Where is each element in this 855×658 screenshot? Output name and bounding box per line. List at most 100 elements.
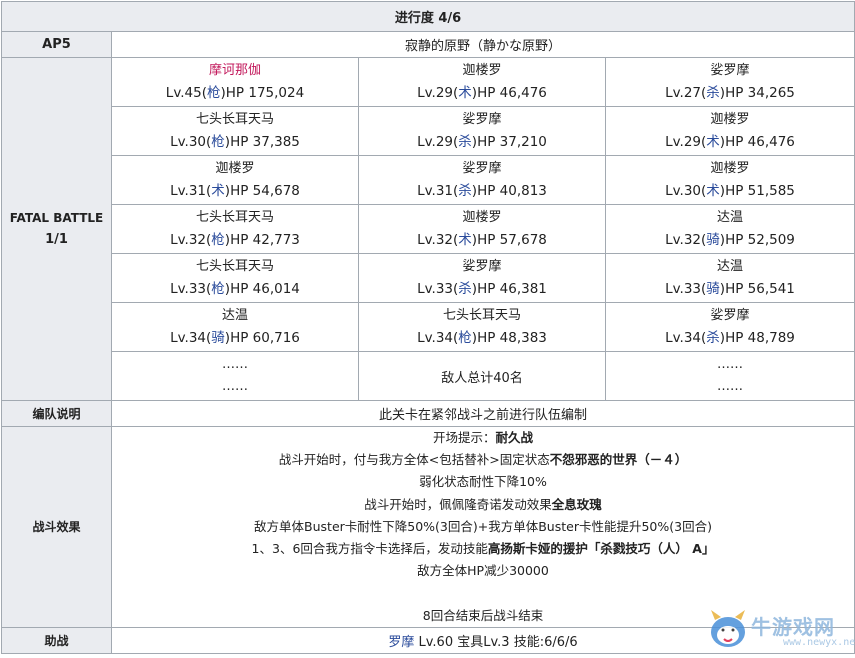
enemy-name: 达温 [716, 210, 743, 225]
enemy-name: 七头长耳天马 [195, 112, 274, 127]
enemy-level: Lv.30( [665, 183, 707, 199]
enemy-name: 娑罗摩 [710, 63, 750, 78]
class-link[interactable]: 枪 [207, 85, 221, 101]
site-watermark: 牛游戏网 www.newyx.net [703, 604, 855, 654]
enemy-level: Lv.27( [665, 85, 707, 101]
enemy-level: Lv.34( [417, 330, 459, 346]
class-link[interactable]: 术 [458, 85, 472, 101]
effect-keyword: 高扬斯卡娅的援护「杀戮技巧（人） A」 [487, 541, 715, 557]
ap-cost: AP5 [1, 31, 112, 58]
class-link[interactable]: 术 [706, 134, 720, 150]
quest-table: 进行度 4/6 AP5 寂静的原野（静かな原野） FATAL BATTLE 1/… [1, 1, 855, 654]
enemy-cell: 娑罗摩 Lv.34(杀)HP 48,789 [605, 302, 855, 352]
enemy-stats: Lv.34(杀)HP 48,789 [606, 327, 854, 349]
class-link[interactable]: 杀 [706, 330, 720, 346]
enemy-stats: Lv.29(术)HP 46,476 [606, 131, 854, 153]
class-link[interactable]: 枪 [211, 134, 225, 150]
effect-text: 战斗开始时，佩佩隆奇诺发动效果 [364, 496, 552, 512]
battle-label: FATAL BATTLE [9, 211, 104, 225]
class-link[interactable]: 枪 [458, 330, 472, 346]
enemy-stats: Lv.33(杀)HP 46,381 [359, 278, 605, 300]
mascot-icon [711, 610, 745, 647]
enemy-hp: )HP 57,678 [471, 232, 547, 248]
enemy-cell: 迦楼罗 Lv.29(术)HP 46,476 [358, 57, 606, 107]
support-servant-link[interactable]: 罗摩 [388, 635, 414, 650]
class-link[interactable]: 杀 [706, 85, 720, 101]
effect-line: 敌方单体Buster卡耐性下降50%(3回合)+我方单体Buster卡性能提升5… [112, 516, 854, 538]
enemy-name: 迦楼罗 [710, 161, 750, 176]
enemy-level: Lv.33( [417, 281, 459, 297]
effect-keyword: 全息玫瑰 [551, 496, 602, 512]
class-link[interactable]: 骑 [211, 330, 225, 346]
enemy-hp: )HP 175,024 [220, 85, 305, 101]
enemy-level: Lv.30( [170, 134, 212, 150]
enemy-hp: )HP 46,381 [471, 281, 547, 297]
enemy-level: Lv.31( [417, 183, 459, 199]
enemy-level: Lv.34( [665, 330, 707, 346]
ellipsis: …… [222, 379, 248, 394]
class-link[interactable]: 枪 [211, 232, 225, 248]
ellipsis: …… [222, 357, 248, 372]
effects-list: 开场提示：耐久战 战斗开始时，付与我方全体<包括替补>固定状态不怨邪恶的世界（－４… [111, 426, 855, 628]
enemy-name: 迦楼罗 [710, 112, 750, 127]
enemy-level: Lv.29( [417, 134, 459, 150]
enemy-cell: 摩诃那伽 Lv.45(枪)HP 175,024 [111, 57, 359, 107]
enemy-stats: Lv.33(骑)HP 56,541 [606, 278, 854, 300]
enemy-name: 娑罗摩 [462, 161, 502, 176]
class-link[interactable]: 骑 [706, 232, 720, 248]
enemy-cell: 迦楼罗 Lv.32(术)HP 57,678 [358, 204, 606, 254]
enemy-name: 迦楼罗 [462, 210, 502, 225]
support-label: 助战 [1, 626, 112, 654]
enemy-name: 迦楼罗 [215, 161, 255, 176]
enemy-level: Lv.32( [170, 232, 212, 248]
enemy-level: Lv.33( [665, 281, 707, 297]
enemy-stats: Lv.31(杀)HP 40,813 [359, 180, 605, 202]
effect-text: 敌方全体HP减少30000 [417, 563, 549, 579]
support-detail: Lv.60 宝具Lv.3 技能:6/6/6 [414, 634, 578, 650]
class-link[interactable]: 枪 [211, 281, 225, 297]
enemy-stats: Lv.30(枪)HP 37,385 [112, 131, 358, 153]
enemy-hp: )HP 52,509 [719, 232, 795, 248]
enemy-hp: )HP 48,789 [719, 330, 795, 346]
enemy-name: 七头长耳天马 [442, 308, 521, 323]
class-link[interactable]: 骑 [706, 281, 720, 297]
enemy-stats: Lv.29(术)HP 46,476 [359, 82, 605, 104]
enemy-level: Lv.29( [417, 85, 459, 101]
enemy-hp: )HP 42,773 [224, 232, 300, 248]
enemy-level: Lv.45( [165, 85, 207, 101]
enemy-cell: 七头长耳天马 Lv.32(枪)HP 42,773 [111, 204, 359, 254]
ellipsis: …… [717, 357, 743, 372]
enemy-stats: Lv.32(枪)HP 42,773 [112, 229, 358, 251]
watermark-url: www.newyx.net [783, 637, 855, 648]
effect-text: 战斗开始时，付与我方全体<包括替补>固定状态 [278, 452, 550, 468]
enemy-stats: Lv.27(杀)HP 34,265 [606, 82, 854, 104]
class-link[interactable]: 杀 [458, 183, 472, 199]
effect-line: 战斗开始时，付与我方全体<包括替补>固定状态不怨邪恶的世界（－４） [112, 449, 854, 471]
enemy-name: 娑罗摩 [710, 308, 750, 323]
enemy-level: Lv.33( [170, 281, 212, 297]
effect-line: 弱化状态耐性下降10% [112, 471, 854, 493]
enemy-hp: )HP 54,678 [224, 183, 300, 199]
enemy-cell: 达温 Lv.32(骑)HP 52,509 [605, 204, 855, 254]
class-link[interactable]: 杀 [458, 281, 472, 297]
class-link[interactable]: 术 [706, 183, 720, 199]
effect-text: 弱化状态耐性下降10% [419, 474, 547, 490]
enemy-level: Lv.32( [417, 232, 459, 248]
boss-name[interactable]: 摩诃那伽 [112, 60, 358, 82]
enemy-cell: 娑罗摩 Lv.27(杀)HP 34,265 [605, 57, 855, 107]
battle-label-cell: FATAL BATTLE 1/1 [1, 57, 112, 401]
enemy-name: 娑罗摩 [462, 259, 502, 274]
class-link[interactable]: 术 [458, 232, 472, 248]
enemy-hp: )HP 46,014 [224, 281, 300, 297]
watermark-text: 牛游戏网 [751, 615, 835, 639]
effects-label: 战斗效果 [1, 426, 112, 628]
enemy-level: Lv.29( [665, 134, 707, 150]
enemy-hp: )HP 40,813 [471, 183, 547, 199]
enemy-cell: 达温 Lv.33(骑)HP 56,541 [605, 253, 855, 303]
class-link[interactable]: 术 [211, 183, 225, 199]
effect-text: 1、3、6回合我方指令卡选择后，发动技能 [251, 541, 488, 557]
enemy-name: 娑罗摩 [462, 112, 502, 127]
enemy-name: 达温 [716, 259, 743, 274]
battle-progress: 1/1 [45, 232, 68, 247]
class-link[interactable]: 杀 [458, 134, 472, 150]
